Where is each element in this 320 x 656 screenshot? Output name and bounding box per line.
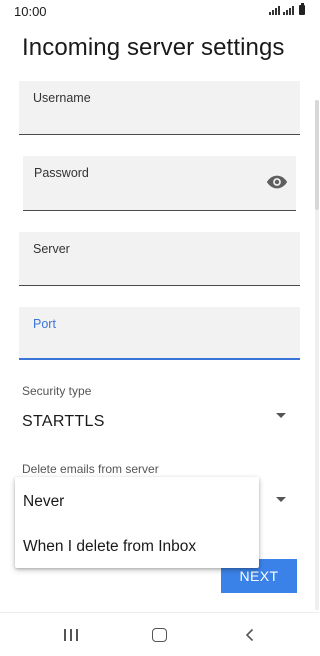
chevron-down-icon — [276, 413, 286, 418]
home-icon[interactable] — [152, 628, 167, 642]
username-field[interactable]: Username — [19, 81, 300, 135]
menu-item-when-delete-from-inbox[interactable]: When I delete from Inbox — [23, 538, 196, 556]
recent-apps-icon[interactable] — [64, 629, 78, 641]
menu-item-never[interactable]: Never — [23, 493, 64, 511]
username-label: Username — [33, 91, 91, 105]
chevron-down-icon — [276, 497, 286, 502]
status-bar: 10:00 — [0, 0, 319, 24]
port-label: Port — [33, 317, 56, 331]
page-title: Incoming server settings — [22, 34, 285, 61]
security-type-select[interactable]: STARTTLS — [19, 405, 300, 437]
back-icon[interactable] — [243, 628, 257, 642]
scrollbar[interactable] — [315, 100, 319, 210]
signal-icon — [269, 5, 280, 15]
battery-icon — [299, 3, 305, 15]
port-field[interactable]: Port — [19, 307, 300, 360]
signal-icon — [283, 5, 294, 15]
show-password-icon[interactable] — [266, 174, 288, 190]
server-field[interactable]: Server — [19, 232, 300, 286]
status-time: 10:00 — [14, 4, 47, 19]
password-label: Password — [34, 166, 89, 180]
delete-emails-menu: Never When I delete from Inbox — [15, 477, 259, 568]
navigation-bar — [0, 612, 319, 656]
password-field[interactable]: Password — [23, 156, 296, 211]
security-type-value: STARTTLS — [22, 413, 105, 430]
status-icons — [269, 3, 305, 15]
delete-emails-label: Delete emails from server — [22, 462, 159, 476]
server-label: Server — [33, 242, 70, 256]
security-type-label: Security type — [22, 384, 92, 398]
